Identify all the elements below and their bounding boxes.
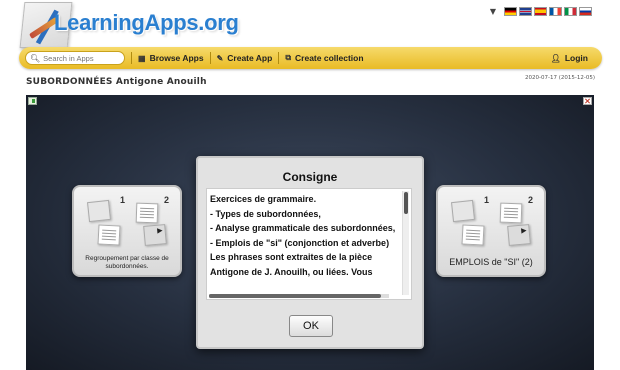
page-date: 2020-07-17 (2015-12-05) [525,75,595,81]
video-thumbnail-icon [507,224,531,246]
ok-button[interactable]: OK [289,315,333,337]
app-card-label: EMPLOIS de "SI" (2) [449,257,533,267]
toolbar-divider [278,52,280,64]
german-flag-icon[interactable] [504,7,517,16]
logo-text: LearningApps.org [54,10,239,35]
dialog-content[interactable]: Exercices de grammaire. - Types de subor… [206,188,412,300]
search-input[interactable] [43,53,124,63]
text-thumbnail-icon [499,202,523,224]
text-thumbnail-icon [135,202,159,224]
thumbnail-number: 1 [120,195,126,205]
dialog-text: Exercices de grammaire. - Types de subor… [210,194,396,277]
edit-icon[interactable] [28,97,37,105]
create-collection-button[interactable]: ⧉ Create collection [285,53,363,63]
scroll-thumb[interactable] [209,294,381,298]
thumbnail-number: 2 [164,195,170,205]
site-logo[interactable]: LearningApps.org [18,0,239,52]
vertical-scrollbar[interactable] [402,191,409,295]
search-icon: 🔍︎ [30,53,41,63]
create-app-button[interactable]: ✎ Create App [217,53,273,63]
spanish-flag-icon[interactable] [534,7,547,16]
app-card-label: Regroupement par classe de subordonnées. [85,255,169,270]
app-stage: 1 2 Regroupement par classe de subordonn… [26,95,594,370]
toolbar-divider [209,52,211,64]
browse-apps-label: Browse Apps [149,53,204,63]
dialog-title: Consigne [282,170,338,184]
app-card-regroupement[interactable]: 1 2 Regroupement par classe de subordonn… [72,185,182,277]
app-card-emplois-si[interactable]: 1 2 EMPLOIS de "SI" (2) [436,185,546,277]
russian-flag-icon[interactable] [579,7,592,16]
image-thumbnail-icon [451,199,475,223]
horizontal-scrollbar[interactable] [209,294,389,298]
page-root: LearningApps.org ▼ 🔍︎ ▦ Browse Apps ✎ Cr… [0,0,620,370]
thumbnail-number: 1 [484,195,490,205]
pencil-icon: ✎ [216,53,224,63]
collection-icon: ⧉ [285,53,292,62]
italian-flag-icon[interactable] [564,7,577,16]
fullscreen-icon[interactable] [583,97,592,105]
consigne-dialog: Consigne Exercices de grammaire. - Types… [196,156,424,349]
text-thumbnail-icon [461,224,485,246]
create-collection-label: Create collection [295,53,364,63]
user-icon: 👤︎ [550,53,561,63]
thumbnail-number: 2 [528,195,534,205]
app-thumbnails: 1 2 [448,195,536,251]
login-label: Login [564,53,588,63]
browse-apps-button[interactable]: ▦ Browse Apps [138,53,204,63]
create-app-label: Create App [227,53,273,63]
chevron-down-icon[interactable]: ▼ [490,7,496,16]
app-thumbnails: 1 2 [84,195,172,251]
french-flag-icon[interactable] [549,7,562,16]
uk-flag-icon[interactable] [519,7,532,16]
toolbar-divider [131,52,132,64]
search-box[interactable]: 🔍︎ [25,51,125,65]
grid-icon: ▦ [138,53,146,63]
video-thumbnail-icon [143,224,167,246]
scroll-thumb[interactable] [404,192,408,214]
text-thumbnail-icon [97,224,121,246]
image-thumbnail-icon [87,199,111,223]
language-selector[interactable]: ▼ [490,7,592,16]
login-button[interactable]: 👤︎ Login [551,53,588,63]
page-title: SUBORDONNÉES Antigone Anouilh [26,77,207,87]
main-toolbar: 🔍︎ ▦ Browse Apps ✎ Create App ⧉ Create c… [19,47,602,69]
